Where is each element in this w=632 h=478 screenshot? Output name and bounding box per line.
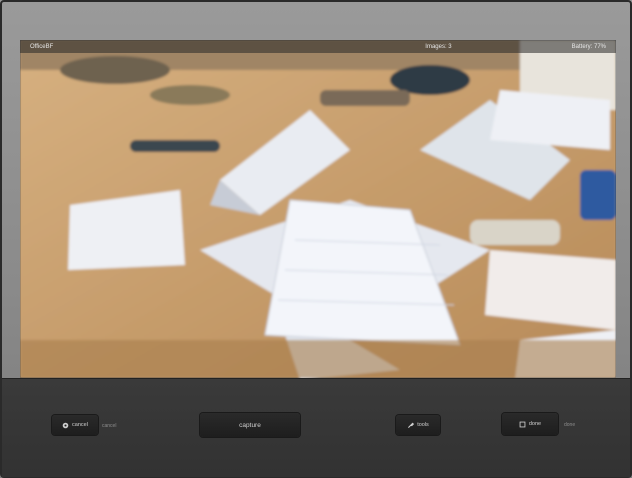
done-button-label: done — [528, 421, 542, 427]
images-count: Images: 3 — [425, 43, 452, 50]
tools-button[interactable]: tools — [396, 415, 440, 435]
cancel-button-label: cancel — [72, 422, 88, 428]
status-title: OfficeBF — [30, 43, 54, 50]
control-bar: cancel cancel capture tools done done — [2, 378, 630, 477]
gear-icon — [62, 422, 69, 429]
status-bar: OfficeBF Images: 3 Battery: 77% — [20, 40, 616, 53]
tools-button-label: tools — [417, 422, 429, 428]
cancel-button[interactable]: cancel — [52, 415, 98, 435]
capture-button-label: capture — [239, 421, 261, 429]
wrench-icon — [407, 422, 415, 429]
cancel-side-label: cancel — [102, 423, 117, 429]
camera-preview-image — [20, 40, 616, 378]
done-side-label: done — [564, 422, 576, 428]
battery-level: Battery: 77% — [571, 43, 606, 50]
camera-viewfinder[interactable]: OfficeBF Images: 3 Battery: 77% — [20, 40, 616, 378]
done-button[interactable]: done — [502, 413, 558, 435]
capture-button[interactable]: capture — [200, 413, 300, 437]
square-icon — [519, 421, 526, 428]
